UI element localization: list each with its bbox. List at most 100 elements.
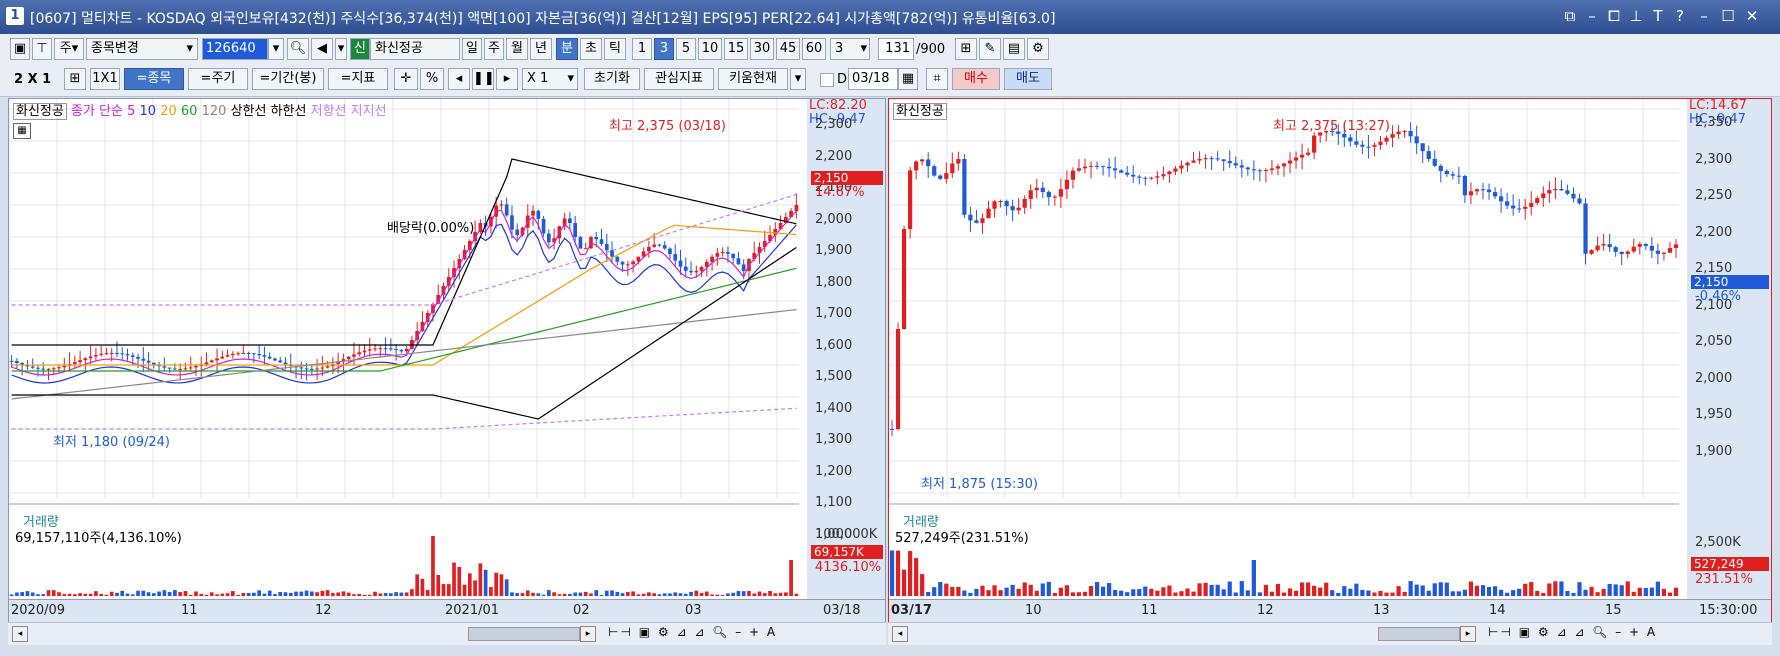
sell-button[interactable]: 매도 bbox=[1004, 68, 1052, 90]
period-tick[interactable]: 틱 bbox=[604, 38, 626, 60]
right-scroll-thumb[interactable] bbox=[1378, 627, 1460, 641]
indicator-button[interactable]: =지표 bbox=[328, 68, 388, 90]
candle-body bbox=[1553, 189, 1558, 191]
search-icon[interactable]: 🔍︎ bbox=[287, 38, 309, 60]
layout-icon[interactable]: ▣ bbox=[10, 38, 30, 60]
watch-indicator-button[interactable]: 관심지표 bbox=[644, 68, 714, 90]
candle-body bbox=[794, 205, 799, 211]
minute-15[interactable]: 15 bbox=[724, 38, 748, 60]
period-second[interactable]: 초 bbox=[580, 38, 602, 60]
left-bottom-tools[interactable]: ⊢⊣ ▣ ⚙ ⊿ ⊿ 🔍︎ – + A bbox=[608, 625, 777, 639]
minimize-all-icon[interactable]: – bbox=[1582, 7, 1602, 25]
buy-button[interactable]: 매수 bbox=[952, 68, 1000, 90]
grid-1x1-button[interactable]: 1X1 bbox=[90, 68, 120, 90]
pin-icon[interactable]: ⊥ bbox=[1626, 7, 1646, 25]
minute-30[interactable]: 30 bbox=[750, 38, 774, 60]
minute-1[interactable]: 1 bbox=[632, 38, 652, 60]
period-day[interactable]: 일 bbox=[462, 38, 482, 60]
grid-size[interactable]: 2 X 1 bbox=[14, 72, 51, 87]
candle-body bbox=[1390, 134, 1395, 138]
candle-body bbox=[531, 210, 535, 216]
compare-icon[interactable]: ⊞ bbox=[955, 38, 977, 60]
minute-3[interactable]: 3 bbox=[654, 38, 674, 60]
stock-name-field[interactable]: 화신정공 bbox=[370, 38, 460, 60]
code-type-select[interactable]: 주▾ bbox=[54, 38, 84, 60]
code-dropdown-icon[interactable]: ▾ bbox=[268, 38, 284, 60]
candle-body bbox=[1299, 154, 1305, 158]
minute-10[interactable]: 10 bbox=[698, 38, 722, 60]
pause-icon[interactable]: ❚❚ bbox=[472, 68, 495, 90]
chart-style-icon[interactable]: ⌗ bbox=[926, 68, 948, 90]
right-bottom-tools[interactable]: ⊢⊣ ▣ ⚙ ⊿ ⊿ 🔍︎ – + A bbox=[1488, 625, 1657, 639]
close-icon[interactable]: ✕ bbox=[1742, 7, 1762, 25]
save-icon[interactable]: ▤ bbox=[1003, 38, 1025, 60]
volume-bar bbox=[962, 590, 967, 596]
stock-code-input[interactable]: 126640 bbox=[202, 38, 268, 60]
stock-change-select[interactable]: 종목변경 ▾ bbox=[86, 38, 198, 60]
grid-icon[interactable]: ⊞ bbox=[64, 68, 86, 90]
minute-5[interactable]: 5 bbox=[676, 38, 696, 60]
move-icon[interactable]: ✛ bbox=[394, 68, 418, 90]
left-scroll-left-icon[interactable]: ◂ bbox=[12, 626, 28, 642]
period-minute[interactable]: 분 bbox=[556, 38, 578, 60]
interval-select[interactable]: 3 ▾ bbox=[830, 38, 870, 60]
candle-body bbox=[583, 248, 588, 250]
volume-bar bbox=[1420, 585, 1425, 596]
period-week[interactable]: 주 bbox=[484, 38, 504, 60]
speaker-icon[interactable]: ◀ bbox=[311, 38, 333, 60]
date-input[interactable]: 03/18 bbox=[848, 68, 898, 90]
candle-body bbox=[1191, 160, 1196, 163]
draw-icon[interactable]: ✎ bbox=[979, 38, 1001, 60]
stock-button[interactable]: =종목 bbox=[124, 68, 184, 90]
minute-45[interactable]: 45 bbox=[776, 38, 800, 60]
minute-60[interactable]: 60 bbox=[802, 38, 826, 60]
volume-bar bbox=[1010, 584, 1015, 596]
maximize-icon[interactable]: ☐ bbox=[1718, 7, 1738, 25]
reset-button[interactable]: 초기화 bbox=[584, 68, 640, 90]
left-scroll-thumb[interactable] bbox=[468, 627, 580, 641]
candle-body bbox=[1559, 189, 1564, 191]
volume-bar bbox=[104, 594, 109, 596]
calendar-icon[interactable]: ▦ bbox=[898, 68, 918, 90]
volume-bar bbox=[907, 551, 913, 596]
kiwoom-now-button[interactable]: 키움현재 bbox=[718, 68, 788, 90]
candle-body bbox=[1378, 141, 1383, 145]
next-icon[interactable]: ▸ bbox=[496, 68, 518, 90]
period-button[interactable]: =주기 bbox=[188, 68, 248, 90]
period-year[interactable]: 년 bbox=[530, 38, 552, 60]
right-scroll-right-icon[interactable]: ▸ bbox=[1460, 626, 1476, 642]
tile-icon[interactable]: ⧠ bbox=[1604, 7, 1624, 25]
date-checkbox[interactable] bbox=[820, 73, 834, 87]
prev-icon[interactable]: ◂ bbox=[448, 68, 470, 90]
scale-select[interactable]: X 1 ▾ bbox=[522, 68, 578, 90]
volume-bar bbox=[1052, 592, 1057, 596]
period-month[interactable]: 월 bbox=[506, 38, 528, 60]
candle-body bbox=[962, 159, 967, 215]
volume-bar bbox=[1450, 591, 1455, 596]
volume-bar bbox=[647, 592, 651, 596]
table-icon[interactable]: ▦ bbox=[13, 123, 31, 139]
volume-bar bbox=[1016, 588, 1021, 596]
range-button[interactable]: =기간(봉) bbox=[252, 68, 324, 90]
help-icon[interactable]: ? bbox=[1670, 7, 1690, 25]
minimize-icon[interactable]: – bbox=[1694, 7, 1714, 25]
font-icon[interactable]: T bbox=[1648, 7, 1668, 25]
code-type-label: 주 bbox=[59, 41, 72, 56]
link-icon[interactable]: ⧉ bbox=[1560, 7, 1580, 25]
left-scroll-right-icon[interactable]: ▸ bbox=[580, 626, 596, 642]
speaker-dropdown-icon[interactable]: ▾ bbox=[335, 38, 347, 60]
kiwoom-dropdown-icon[interactable]: ▾ bbox=[790, 68, 806, 90]
volume-bar bbox=[1631, 591, 1636, 596]
count-input[interactable]: 131 bbox=[878, 38, 914, 60]
volume-bar bbox=[1088, 586, 1094, 596]
volume-bar bbox=[1408, 581, 1413, 596]
gear-icon[interactable]: ⚙ bbox=[1027, 38, 1049, 60]
volume-bar bbox=[267, 590, 272, 596]
right-ytick: 2,300 bbox=[1695, 151, 1733, 167]
top-icon[interactable]: ⊤ bbox=[32, 38, 52, 60]
candle-body bbox=[1022, 198, 1027, 208]
candle-body bbox=[304, 368, 309, 370]
percent-button[interactable]: % bbox=[420, 68, 444, 90]
volume-bar bbox=[367, 594, 372, 596]
right-scroll-left-icon[interactable]: ◂ bbox=[892, 626, 908, 642]
